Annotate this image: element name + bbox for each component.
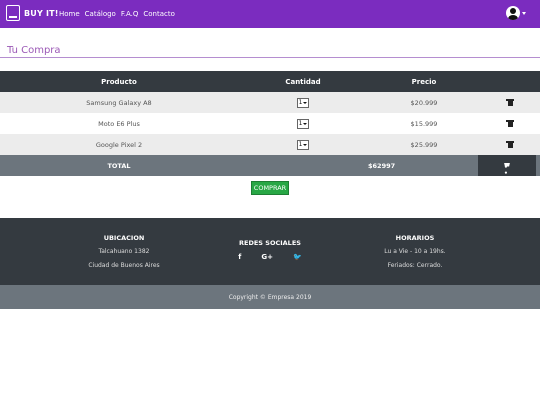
nav-link-home[interactable]: Home bbox=[59, 10, 80, 18]
copyright: Copyright © Empresa 2019 bbox=[0, 285, 540, 309]
total-row: TOTAL $62997 bbox=[0, 155, 540, 177]
user-menu[interactable] bbox=[506, 6, 526, 20]
chevron-down-icon bbox=[303, 101, 308, 104]
nav-link-faq[interactable]: F.A.Q bbox=[121, 10, 139, 18]
chevron-down-icon bbox=[303, 143, 308, 146]
nav-link-contacto[interactable]: Contacto bbox=[143, 10, 175, 18]
location-address: Talcahuano 1382 bbox=[98, 248, 150, 255]
trash-icon[interactable] bbox=[506, 120, 514, 127]
footer-location: UBICACION Talcahuano 1382 Ciudad de Buen… bbox=[74, 234, 174, 276]
quantity-select[interactable]: 1 bbox=[296, 139, 310, 150]
buy-button[interactable]: COMPRAR bbox=[251, 181, 289, 195]
table-header: Producto Cantidad Precio bbox=[0, 71, 540, 92]
facebook-icon[interactable]: f bbox=[238, 253, 241, 261]
twitter-icon[interactable]: 🐦 bbox=[293, 253, 302, 261]
hours-holidays: Feriados: Cerrado. bbox=[387, 262, 443, 269]
location-city: Ciudad de Buenos Aires bbox=[88, 262, 160, 269]
table-row: Moto E6 Plus 1 $15.999 bbox=[0, 113, 540, 134]
page-title: Tu Compra bbox=[7, 45, 61, 56]
chevron-down-icon bbox=[303, 122, 308, 125]
chevron-down-icon bbox=[522, 11, 526, 15]
cart-button[interactable] bbox=[478, 155, 536, 177]
hours-weekdays: Lu a Vie - 10 a 19hs. bbox=[384, 248, 446, 255]
footer-social: REDES SOCIALES f G+ 🐦 bbox=[220, 239, 320, 261]
top-navbar: BUY IT! Home Catálogo F.A.Q Contacto bbox=[0, 0, 540, 28]
location-title: UBICACION bbox=[103, 234, 145, 242]
quantity-select[interactable]: 1 bbox=[296, 97, 310, 108]
nav-link-catalogo[interactable]: Catálogo bbox=[85, 10, 116, 18]
header-precio: Precio bbox=[411, 77, 437, 86]
product-price: $25.999 bbox=[410, 140, 438, 149]
trash-icon[interactable] bbox=[506, 141, 514, 148]
product-name: Moto E6 Plus bbox=[98, 119, 140, 128]
brand-name: BUY IT! bbox=[24, 8, 59, 18]
total-label: TOTAL bbox=[107, 161, 131, 170]
quantity-value: 1 bbox=[298, 141, 303, 148]
header-producto: Producto bbox=[101, 77, 137, 86]
google-plus-icon[interactable]: G+ bbox=[261, 253, 273, 261]
table-row: Google Pixel 2 1 $25.999 bbox=[0, 134, 540, 155]
social-title: REDES SOCIALES bbox=[239, 239, 301, 247]
user-avatar-icon bbox=[506, 6, 520, 20]
product-price: $20.999 bbox=[410, 98, 438, 107]
trash-icon[interactable] bbox=[506, 99, 514, 106]
title-divider bbox=[0, 57, 540, 58]
shopping-bag-icon bbox=[6, 5, 20, 21]
quantity-value: 1 bbox=[298, 120, 303, 127]
table-row: Samsung Galaxy A8 1 $20.999 bbox=[0, 92, 540, 113]
footer-hours: HORARIOS Lu a Vie - 10 a 19hs. Feriados:… bbox=[365, 234, 465, 276]
quantity-select[interactable]: 1 bbox=[296, 118, 310, 129]
nav-links: Home Catálogo F.A.Q Contacto bbox=[59, 10, 175, 18]
hours-title: HORARIOS bbox=[395, 234, 435, 242]
shopping-cart-icon bbox=[503, 163, 511, 177]
brand-link[interactable]: BUY IT! bbox=[6, 5, 59, 21]
product-name: Google Pixel 2 bbox=[95, 140, 143, 149]
cart-table: Producto Cantidad Precio Samsung Galaxy … bbox=[0, 71, 540, 177]
quantity-value: 1 bbox=[298, 99, 303, 106]
total-value: $62997 bbox=[368, 161, 396, 170]
product-name: Samsung Galaxy A8 bbox=[86, 98, 152, 107]
header-cantidad: Cantidad bbox=[285, 77, 321, 86]
product-price: $15.999 bbox=[410, 119, 438, 128]
footer: UBICACION Talcahuano 1382 Ciudad de Buen… bbox=[0, 218, 540, 285]
